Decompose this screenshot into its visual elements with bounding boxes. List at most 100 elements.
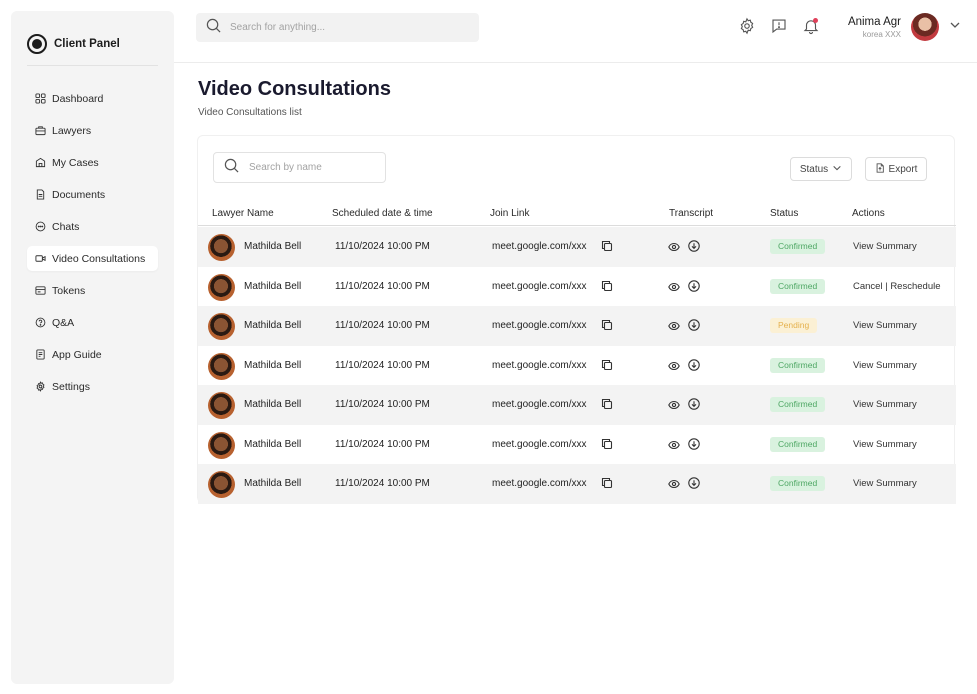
table-row: Mathilda Bell 11/10/2024 10:00 PM meet.goo… <box>198 385 956 425</box>
sidebar-item-tokens[interactable]: Tokens <box>27 278 158 303</box>
eye-icon[interactable] <box>668 399 680 411</box>
sidebar-nav: Dashboard Lawyers My Cases Documents Chats Vi… <box>27 86 158 406</box>
sidebar-item-dashboard[interactable]: Dashboard <box>27 86 158 111</box>
status-badge: Confirmed <box>770 278 826 294</box>
copy-icon[interactable] <box>601 359 613 371</box>
join-link[interactable]: meet.google.com/xxx <box>492 399 587 410</box>
download-icon[interactable] <box>688 437 700 450</box>
export-file-icon <box>875 162 885 176</box>
row-action-link[interactable]: View Summary <box>853 399 917 410</box>
eye-icon[interactable] <box>668 320 680 332</box>
scheduled-datetime: 11/10/2024 10:00 PM <box>335 320 430 331</box>
export-label: Export <box>888 163 918 175</box>
join-link[interactable]: meet.google.com/xxx <box>492 360 587 371</box>
copy-icon[interactable] <box>601 240 613 252</box>
sidebar-item-app-guide[interactable]: App Guide <box>27 342 158 367</box>
token-icon <box>35 285 46 296</box>
sidebar-item-label: Documents <box>52 188 106 201</box>
eye-icon[interactable] <box>668 281 680 293</box>
sidebar-item-documents[interactable]: Documents <box>27 182 158 207</box>
join-link[interactable]: meet.google.com/xxx <box>492 241 587 252</box>
status-badge: Confirmed <box>770 357 826 373</box>
lawyer-name: Mathilda Bell <box>244 438 302 450</box>
eye-icon[interactable] <box>668 439 680 451</box>
join-link[interactable]: meet.google.com/xxx <box>492 281 587 292</box>
download-icon[interactable] <box>688 279 700 292</box>
user-name: Anima Agr <box>847 15 901 28</box>
table-header: Lawyer Name Scheduled date & time Join L… <box>198 204 956 226</box>
download-icon[interactable] <box>688 358 700 371</box>
table-row: Mathilda Bell 11/10/2024 10:00 PM meet.goo… <box>198 306 956 346</box>
sidebar-item-lawyers[interactable]: Lawyers <box>27 118 158 143</box>
user-menu[interactable]: Anima Agr korea XXX <box>848 13 961 41</box>
chevron-down-icon[interactable] <box>949 18 961 36</box>
global-search-input[interactable] <box>230 22 460 33</box>
export-button[interactable]: Export <box>865 157 927 181</box>
join-link[interactable]: meet.google.com/xxx <box>492 320 587 331</box>
header-actions: Actions <box>852 208 885 219</box>
row-action-link[interactable]: Cancel | Reschedule <box>853 281 941 292</box>
document-icon <box>35 189 46 200</box>
global-search[interactable] <box>196 13 479 42</box>
sidebar-item-video-consultations[interactable]: Video Consultations <box>27 246 158 271</box>
scheduled-datetime: 11/10/2024 10:00 PM <box>335 399 430 410</box>
bell-icon[interactable] <box>802 17 820 35</box>
lawyer-name: Mathilda Bell <box>244 478 302 489</box>
sidebar-item-chats[interactable]: Chats <box>27 214 158 239</box>
sidebar-item-label: My Cases <box>52 156 99 169</box>
sidebar-item-label: Dashboard <box>52 92 104 105</box>
gear-icon <box>35 381 46 392</box>
download-icon[interactable] <box>688 398 700 410</box>
notification-dot <box>813 18 818 23</box>
gear-icon[interactable] <box>738 17 756 35</box>
row-action-link[interactable]: View Summary <box>853 320 917 331</box>
scheduled-datetime: 11/10/2024 10:00 PM <box>335 438 430 450</box>
search-icon <box>224 158 239 178</box>
eye-icon[interactable] <box>668 478 680 490</box>
scheduled-datetime: 11/10/2024 10:00 PM <box>335 478 430 489</box>
download-icon[interactable] <box>688 319 700 331</box>
row-action-link[interactable]: View Summary <box>853 360 917 371</box>
help-chat-icon[interactable] <box>770 17 788 35</box>
brand[interactable]: Client Panel <box>27 34 120 54</box>
header-status: Status <box>770 208 799 219</box>
row-action-link[interactable]: View Summary <box>853 478 917 489</box>
lawyer-avatar <box>208 471 235 498</box>
table-search-input[interactable] <box>249 162 379 173</box>
lawyer-avatar <box>208 352 235 380</box>
scheduled-datetime: 11/10/2024 10:00 PM <box>335 359 430 371</box>
sidebar-item-label: Tokens <box>52 284 86 297</box>
sidebar-item-label: App Guide <box>52 348 102 361</box>
eye-icon[interactable] <box>668 360 680 372</box>
lawyer-avatar <box>208 431 235 459</box>
user-info: Anima Agr korea XXX <box>848 16 901 39</box>
dashboard-icon <box>35 93 46 104</box>
lawyer-name: Mathilda Bell <box>244 320 302 331</box>
lawyer-avatar <box>208 313 235 340</box>
guide-icon <box>35 349 46 360</box>
copy-icon[interactable] <box>601 280 613 292</box>
scheduled-datetime: 11/10/2024 10:00 PM <box>335 241 430 252</box>
row-action-link[interactable]: View Summary <box>853 241 917 252</box>
join-link[interactable]: meet.google.com/xxx <box>492 439 587 450</box>
copy-icon[interactable] <box>601 319 613 331</box>
copy-icon[interactable] <box>601 438 613 450</box>
sidebar-item-label: Q&A <box>52 316 75 329</box>
eye-icon[interactable] <box>668 241 680 253</box>
brand-name: Client Panel <box>54 38 120 50</box>
header-scheduled: Scheduled date & time <box>332 208 433 219</box>
lawyer-name: Mathilda Bell <box>244 399 302 410</box>
download-icon[interactable] <box>688 477 700 489</box>
row-action-link[interactable]: View Summary <box>853 439 917 450</box>
table-search[interactable] <box>213 152 386 183</box>
sidebar-item-settings[interactable]: Settings <box>27 374 158 399</box>
sidebar-item-my-cases[interactable]: My Cases <box>27 150 158 175</box>
join-link[interactable]: meet.google.com/xxx <box>492 478 587 489</box>
copy-icon[interactable] <box>601 477 613 489</box>
status-filter-button[interactable]: Status <box>790 157 852 181</box>
copy-icon[interactable] <box>601 398 613 410</box>
user-avatar[interactable] <box>911 13 939 41</box>
lawyer-name: Mathilda Bell <box>244 280 302 292</box>
sidebar-item-q-a[interactable]: Q&A <box>27 310 158 335</box>
download-icon[interactable] <box>688 240 700 252</box>
